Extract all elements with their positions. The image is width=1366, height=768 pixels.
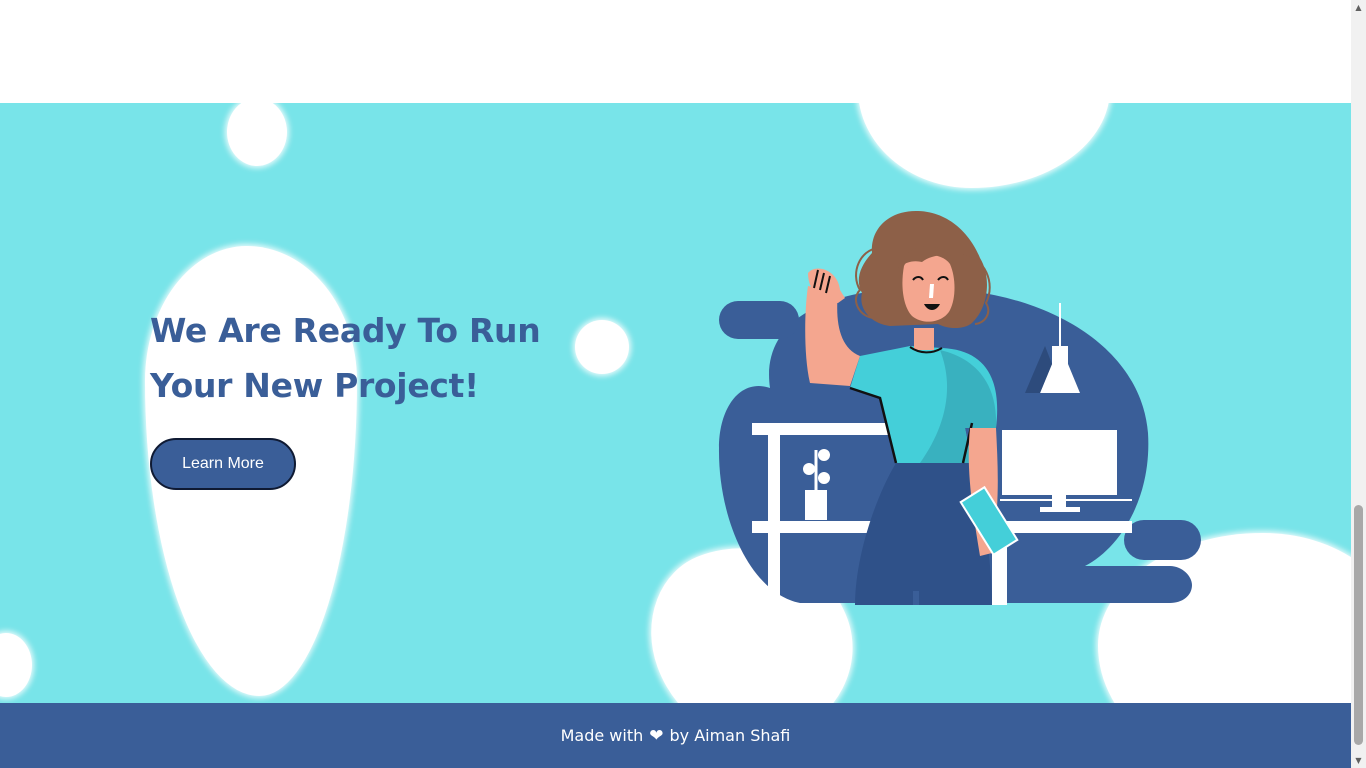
lamp-cap bbox=[1052, 346, 1068, 364]
scroll-up-arrow-icon[interactable]: ▲ bbox=[1351, 0, 1366, 15]
scrollbar-thumb[interactable] bbox=[1354, 505, 1363, 745]
footer: Made with ❤ by Aiman Shafi bbox=[0, 703, 1351, 768]
plant-leaf bbox=[818, 472, 830, 484]
illustration-pill bbox=[719, 301, 799, 339]
decor-blob bbox=[0, 633, 32, 697]
woman-waving-illustration bbox=[718, 210, 1201, 605]
scroll-down-arrow-icon[interactable]: ▼ bbox=[1351, 753, 1366, 768]
monitor-screen bbox=[1002, 430, 1117, 495]
monitor-base bbox=[1040, 507, 1080, 512]
footer-text-before: Made with bbox=[560, 726, 644, 745]
hero-heading: We Are Ready To Run Your New Project! bbox=[150, 303, 570, 413]
top-spacer bbox=[0, 0, 1351, 103]
decor-blob bbox=[227, 103, 287, 166]
heart-icon: ❤ bbox=[649, 725, 664, 746]
desk-top bbox=[752, 423, 902, 435]
vertical-scrollbar[interactable]: ▲ ▼ bbox=[1351, 0, 1366, 768]
plant-leaf bbox=[803, 463, 815, 475]
hero-section: We Are Ready To Run Your New Project! Le… bbox=[0, 103, 1351, 703]
hero-heading-line1: We Are Ready To Run bbox=[150, 311, 541, 350]
decor-blob bbox=[858, 103, 1110, 188]
hero-heading-line2: Your New Project! bbox=[150, 366, 479, 405]
learn-more-button[interactable]: Learn More bbox=[150, 438, 296, 490]
illustration-pill bbox=[1124, 520, 1201, 560]
decor-blob bbox=[575, 320, 629, 374]
woman-neck bbox=[914, 328, 934, 350]
plant-pot bbox=[805, 490, 827, 520]
plant-leaf bbox=[818, 449, 830, 461]
woman-face bbox=[902, 254, 955, 322]
page: We Are Ready To Run Your New Project! Le… bbox=[0, 0, 1366, 768]
woman-leg bbox=[913, 591, 919, 605]
footer-text-after: by Aiman Shafi bbox=[669, 726, 791, 745]
desk-leg-left bbox=[768, 435, 780, 605]
